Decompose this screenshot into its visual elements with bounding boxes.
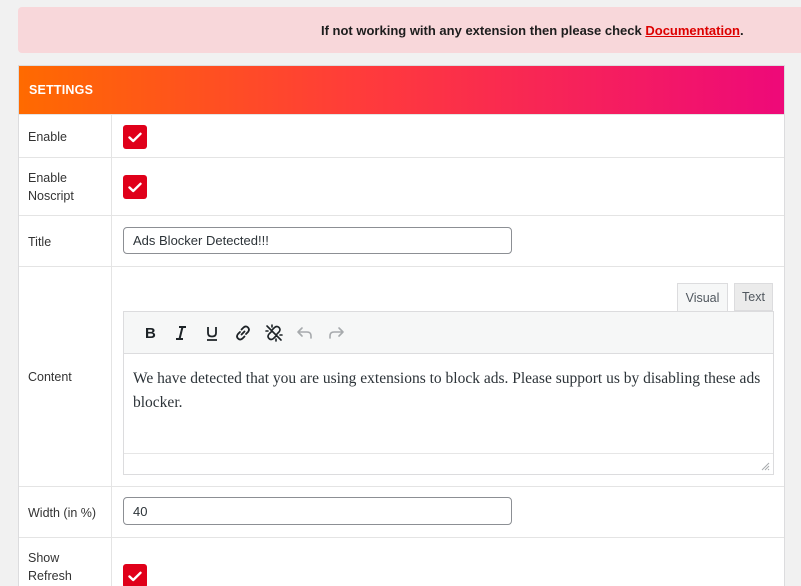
check-icon <box>128 182 142 192</box>
enable-checkbox[interactable] <box>123 125 147 149</box>
show-refresh-checkbox[interactable] <box>123 564 147 586</box>
noscript-checkbox[interactable] <box>123 175 147 199</box>
underline-icon <box>206 326 217 341</box>
row-show-refresh: Show Refresh <box>19 537 784 586</box>
width-input[interactable] <box>123 497 512 525</box>
noscript-label: Enable Noscript <box>19 158 112 215</box>
undo-icon <box>296 326 312 339</box>
link-button[interactable] <box>227 318 258 348</box>
title-input[interactable] <box>123 227 512 254</box>
unlink-icon <box>264 323 283 342</box>
row-width: Width (in %) <box>19 486 784 537</box>
editor-status-bar <box>124 453 773 474</box>
link-icon <box>235 325 250 340</box>
documentation-notice: If not working with any extension then p… <box>18 7 801 53</box>
settings-header: SETTINGS <box>19 66 784 114</box>
notice-suffix: . <box>739 23 744 38</box>
row-content: Content Visual Text B We have detected t… <box>19 266 784 486</box>
settings-title: SETTINGS <box>29 83 94 97</box>
redo-button[interactable] <box>320 318 351 348</box>
tab-text[interactable]: Text <box>734 283 773 311</box>
width-label: Width (in %) <box>19 487 112 537</box>
editor-content-area[interactable]: We have detected that you are using exte… <box>124 354 773 467</box>
row-title: Title <box>19 215 784 266</box>
bold-button[interactable]: B <box>134 318 165 348</box>
redo-icon <box>328 326 344 339</box>
settings-panel: SETTINGS Enable Enable Noscript Title Co… <box>18 65 785 586</box>
row-noscript: Enable Noscript <box>19 157 784 215</box>
notice-text: If not working with any extension then p… <box>321 23 744 38</box>
title-label: Title <box>19 216 112 266</box>
undo-button[interactable] <box>289 318 320 348</box>
enable-label: Enable <box>19 115 112 157</box>
show-refresh-label: Show Refresh <box>19 538 112 586</box>
row-enable: Enable <box>19 114 784 157</box>
resize-handle-icon[interactable] <box>760 461 770 471</box>
italic-icon <box>175 325 186 340</box>
unlink-button[interactable] <box>258 318 289 348</box>
notice-prefix: If not working with any extension then p… <box>321 23 646 38</box>
check-icon <box>128 132 142 142</box>
underline-button[interactable] <box>196 318 227 348</box>
italic-button[interactable] <box>165 318 196 348</box>
bold-icon: B <box>145 325 156 341</box>
documentation-link[interactable]: Documentation <box>645 23 740 38</box>
content-editor: B We have detected that you are using ex… <box>123 311 774 475</box>
tab-visual[interactable]: Visual <box>677 283 728 311</box>
check-icon <box>128 571 142 581</box>
content-label: Content <box>19 267 112 486</box>
svg-text:B: B <box>145 325 156 341</box>
editor-toolbar: B <box>124 312 773 354</box>
